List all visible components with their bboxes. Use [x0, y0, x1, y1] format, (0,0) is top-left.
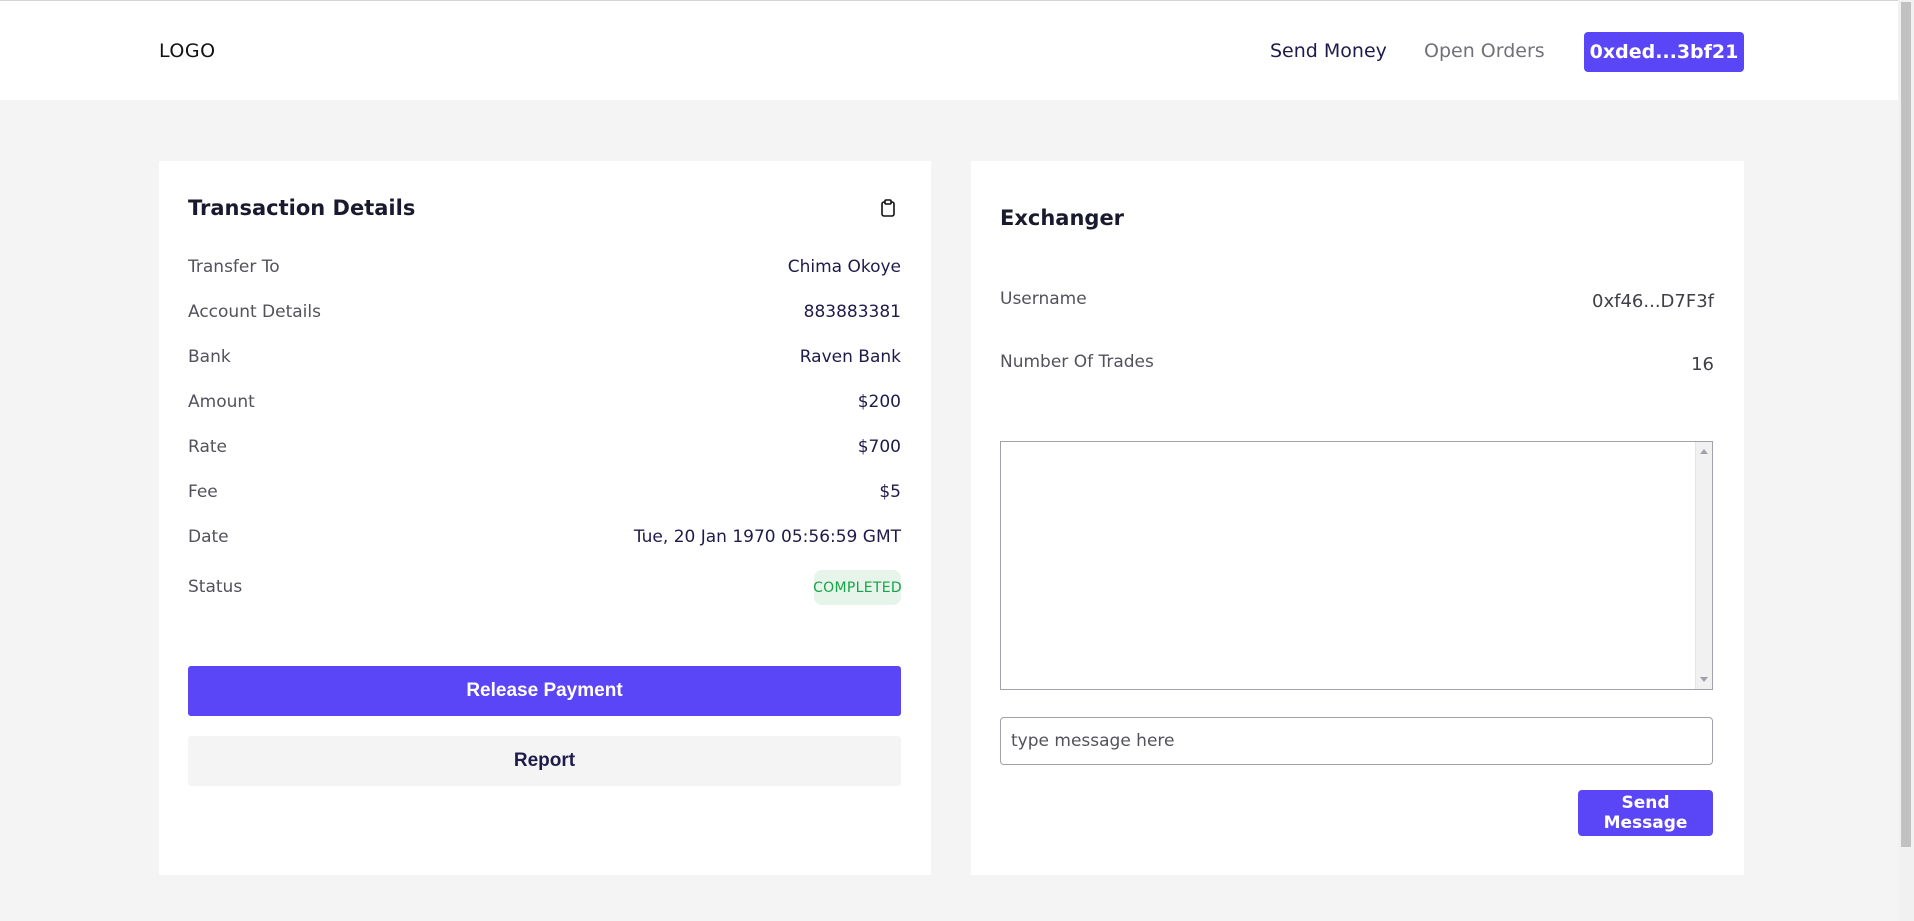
page-scrollbar-thumb[interactable]	[1901, 2, 1911, 847]
top-navbar: LOGO Send Money Open Orders 0xded...3bf2…	[0, 1, 1898, 100]
row-label-date: Date	[188, 527, 229, 547]
row-value-amount: $200	[857, 392, 901, 412]
row-label-status: Status	[188, 577, 243, 597]
username-value: 0xf46...D7F3f	[1592, 291, 1714, 312]
exchanger-title: Exchanger	[1000, 206, 1125, 230]
row-label-transfer-to: Transfer To	[188, 257, 280, 277]
row-value-bank: Raven Bank	[799, 347, 901, 367]
number-of-trades-label: Number Of Trades	[1000, 352, 1154, 372]
clipboard-icon[interactable]	[881, 199, 895, 217]
send-message-button[interactable]: Send Message	[1578, 790, 1713, 836]
row-value-fee: $5	[879, 482, 901, 502]
scroll-down-arrow-icon[interactable]	[1700, 677, 1708, 682]
chat-messages-area[interactable]	[1000, 441, 1713, 690]
nav-send-money[interactable]: Send Money	[1270, 40, 1387, 62]
chat-scrollbar[interactable]	[1695, 442, 1712, 689]
logo[interactable]: LOGO	[159, 40, 216, 62]
row-label-fee: Fee	[188, 482, 218, 502]
row-label-bank: Bank	[188, 347, 231, 367]
wallet-address-button[interactable]: 0xded...3bf21	[1584, 32, 1744, 72]
message-input[interactable]	[1000, 717, 1713, 765]
row-value-account-details: 883883381	[803, 302, 901, 322]
transaction-details-title: Transaction Details	[188, 196, 416, 220]
number-of-trades-value: 16	[1691, 354, 1714, 375]
row-label-rate: Rate	[188, 437, 227, 457]
transaction-details-card: Transaction Details Transfer To Chima Ok…	[159, 161, 931, 875]
page-scrollbar[interactable]	[1898, 0, 1914, 921]
exchanger-card: Exchanger Username 0xf46...D7F3f Number …	[971, 161, 1744, 875]
row-value-transfer-to: Chima Okoye	[787, 257, 901, 277]
row-value-date: Tue, 20 Jan 1970 05:56:59 GMT	[633, 527, 901, 547]
row-label-amount: Amount	[188, 392, 255, 412]
release-payment-button[interactable]: Release Payment	[188, 666, 901, 716]
row-label-account-details: Account Details	[188, 302, 321, 322]
report-button[interactable]: Report	[188, 736, 901, 786]
scroll-up-arrow-icon[interactable]	[1700, 449, 1708, 454]
username-label: Username	[1000, 289, 1087, 309]
row-value-rate: $700	[857, 437, 901, 457]
nav-open-orders[interactable]: Open Orders	[1424, 40, 1545, 62]
status-badge: COMPLETED	[813, 570, 902, 605]
